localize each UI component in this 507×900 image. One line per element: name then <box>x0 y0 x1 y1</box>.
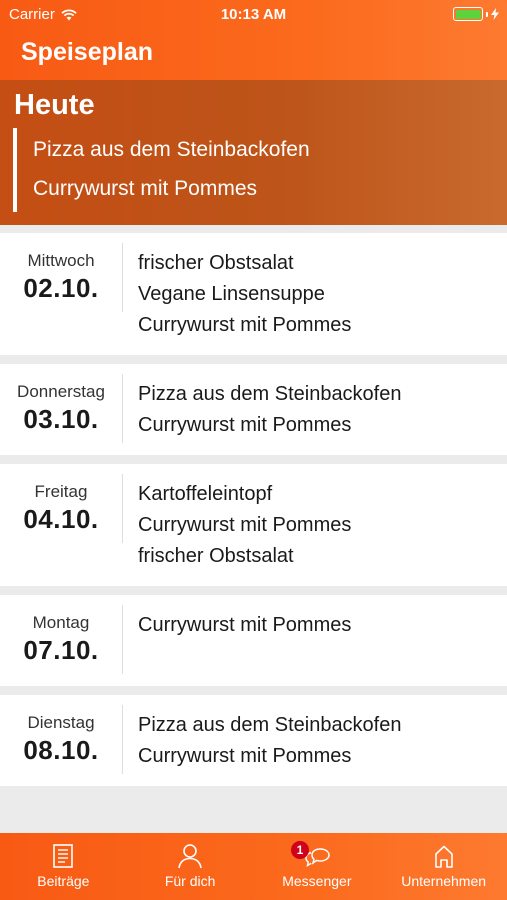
day-date: 02.10. <box>23 273 99 303</box>
meal-list: Currywurst mit Pommes <box>123 595 351 655</box>
meal-item: frischer Obstsalat <box>138 545 294 567</box>
day-date: 03.10. <box>23 404 99 434</box>
tab-label: Messenger <box>282 873 352 889</box>
meal-item: Currywurst mit Pommes <box>138 314 352 336</box>
day-list: Mittwoch 02.10. frischer Obstsalat Vegan… <box>0 233 507 795</box>
tab-label: Unternehmen <box>401 873 487 889</box>
day-weekday: Donnerstag <box>17 382 105 401</box>
day-weekday: Dienstag <box>27 713 95 732</box>
day-date: 07.10. <box>23 635 99 665</box>
day-date-column: Mittwoch 02.10. <box>0 243 123 312</box>
tab-label: Für dich <box>164 873 216 889</box>
meal-item: Currywurst mit Pommes <box>138 414 352 436</box>
today-card: Heute Pizza aus dem Steinbackofen Curryw… <box>0 80 507 225</box>
day-date-column: Montag 07.10. <box>0 605 123 674</box>
day-date-column: Freitag 04.10. <box>0 474 123 543</box>
meal-item: Currywurst mit Pommes <box>138 745 352 767</box>
status-time: 10:13 AM <box>220 6 287 23</box>
meal-item: Currywurst mit Pommes <box>138 614 352 636</box>
tab-bar: Beiträge Für dich Messenger Unternehmen <box>0 833 507 900</box>
messenger-badge: 1 <box>291 841 309 859</box>
meal-item: Pizza aus dem Steinbackofen <box>138 714 402 736</box>
day-weekday: Freitag <box>34 482 88 501</box>
day-weekday: Montag <box>32 613 90 632</box>
meal-item: Pizza aus dem Steinbackofen <box>138 383 402 405</box>
meal-item: Kartoffeleintopf <box>138 483 273 505</box>
day-card-tuesday[interactable]: Dienstag 08.10. Pizza aus dem Steinbacko… <box>0 695 507 786</box>
today-accent-bar <box>13 128 17 212</box>
day-weekday: Mittwoch <box>27 251 95 270</box>
status-bar: Carrier 10:13 AM <box>0 0 507 30</box>
today-meal-list: Pizza aus dem Steinbackofen Currywurst m… <box>33 135 310 213</box>
tab-fuer-dich[interactable]: Für dich <box>127 833 254 900</box>
day-card-wednesday[interactable]: Mittwoch 02.10. frischer Obstsalat Vegan… <box>0 233 507 355</box>
meal-item: Currywurst mit Pommes <box>138 514 352 536</box>
header-bar: Carrier 10:13 AM Speiseplan <box>0 0 507 80</box>
today-meal: Pizza aus dem Steinbackofen <box>33 138 310 161</box>
day-date: 08.10. <box>23 735 99 765</box>
battery-icon <box>453 7 499 21</box>
day-date-column: Dienstag 08.10. <box>0 705 123 774</box>
meal-list: Pizza aus dem Steinbackofen Currywurst m… <box>123 695 402 786</box>
day-date-column: Donnerstag 03.10. <box>0 374 123 443</box>
page-title: Speiseplan <box>21 38 153 66</box>
meal-list: frischer Obstsalat Vegane Linsensuppe Cu… <box>123 233 351 355</box>
meal-item: Vegane Linsensuppe <box>138 283 325 305</box>
home-icon <box>434 845 453 868</box>
tab-beitraege[interactable]: Beiträge <box>0 833 127 900</box>
day-card-friday[interactable]: Freitag 04.10. Kartoffeleintopf Currywur… <box>0 464 507 586</box>
today-title: Heute <box>14 89 95 121</box>
tab-label: Beiträge <box>37 873 90 889</box>
newspaper-icon <box>53 844 74 868</box>
charging-bolt-icon <box>491 8 499 20</box>
day-date: 04.10. <box>23 504 99 534</box>
meal-list: Kartoffeleintopf Currywurst mit Pommes f… <box>123 464 351 586</box>
today-meal: Currywurst mit Pommes <box>33 177 258 200</box>
meal-item: frischer Obstsalat <box>138 252 294 274</box>
meal-list: Pizza aus dem Steinbackofen Currywurst m… <box>123 364 402 455</box>
day-card-thursday[interactable]: Donnerstag 03.10. Pizza aus dem Steinbac… <box>0 364 507 455</box>
day-card-monday[interactable]: Montag 07.10. Currywurst mit Pommes <box>0 595 507 686</box>
tab-unternehmen[interactable]: Unternehmen <box>380 833 507 900</box>
person-icon <box>178 844 202 869</box>
tab-messenger[interactable]: Messenger <box>254 833 381 900</box>
